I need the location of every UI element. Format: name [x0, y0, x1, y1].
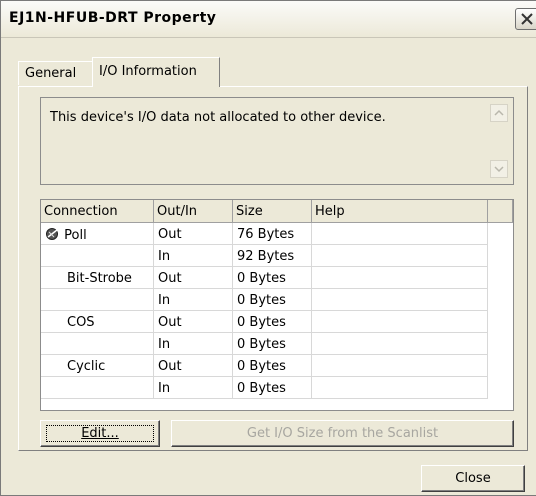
tab-io-information-label: I/O Information [99, 64, 197, 79]
column-header-out-in[interactable]: Out/In [154, 200, 233, 222]
column-header-size[interactable]: Size [233, 200, 312, 222]
tab-general-label: General [25, 66, 77, 81]
table-row[interactable]: Poll Out 76 Bytes [41, 223, 513, 245]
cell-size: 92 Bytes [233, 245, 312, 267]
table-row[interactable]: COS Out 0 Bytes [41, 311, 513, 333]
cell-connection: Poll [41, 223, 154, 245]
cell-help [312, 289, 488, 311]
table-row[interactable]: In 0 Bytes [41, 289, 513, 311]
cell-help [312, 245, 488, 267]
cell-out-in: Out [154, 355, 233, 377]
table-row[interactable]: Bit-Strobe Out 0 Bytes [41, 267, 513, 289]
get-io-size-button-label: Get I/O Size from the Scanlist [246, 426, 439, 441]
cell-size: 0 Bytes [233, 289, 312, 311]
message-box: This device's I/O data not allocated to … [40, 97, 514, 185]
close-button[interactable]: Close [421, 465, 525, 492]
cell-out-in: Out [154, 223, 233, 245]
cell-size: 0 Bytes [233, 355, 312, 377]
cell-connection [41, 289, 154, 311]
io-table: Connection Out/In Size Help Poll Out 76 … [40, 199, 514, 411]
cell-help [312, 333, 488, 355]
tab-general[interactable]: General [18, 61, 93, 85]
table-row[interactable]: In 0 Bytes [41, 333, 513, 355]
table-header: Connection Out/In Size Help [41, 200, 513, 223]
close-icon [521, 13, 533, 25]
cell-size: 0 Bytes [233, 333, 312, 355]
table-row[interactable]: In 92 Bytes [41, 245, 513, 267]
cell-connection: Cyclic [41, 355, 154, 377]
cell-out-in: In [154, 377, 233, 399]
cell-size: 76 Bytes [233, 223, 312, 245]
chevron-down-icon [494, 166, 504, 173]
tab-io-information[interactable]: I/O Information [92, 57, 220, 87]
cell-out-in: Out [154, 267, 233, 289]
edit-button-label: Edit... [81, 426, 119, 441]
cell-size: 0 Bytes [233, 311, 312, 333]
cell-connection [41, 333, 154, 355]
cell-out-in: In [154, 289, 233, 311]
column-header-help[interactable]: Help [312, 200, 488, 222]
cell-help [312, 267, 488, 289]
message-text: This device's I/O data not allocated to … [50, 110, 386, 125]
close-window-button[interactable] [515, 8, 536, 30]
edit-button[interactable]: Edit... [40, 420, 160, 447]
cell-size: 0 Bytes [233, 267, 312, 289]
column-header-connection[interactable]: Connection [41, 200, 154, 222]
cell-help [312, 223, 488, 245]
cell-out-in: Out [154, 311, 233, 333]
cell-connection [41, 245, 154, 267]
scroll-up-button[interactable] [490, 104, 508, 122]
title-bar: EJ1N-HFUB-DRT Property [1, 1, 536, 38]
window-title: EJ1N-HFUB-DRT Property [9, 10, 217, 26]
close-button-label: Close [455, 471, 491, 486]
cell-connection: COS [41, 311, 154, 333]
cell-help [312, 311, 488, 333]
table-row[interactable]: Cyclic Out 0 Bytes [41, 355, 513, 377]
connection-label: Poll [64, 228, 87, 243]
cell-out-in: In [154, 333, 233, 355]
cell-connection: Bit-Strobe [41, 267, 154, 289]
column-header-filler [488, 200, 513, 222]
cell-size: 0 Bytes [233, 377, 312, 399]
message-scrollbar[interactable] [490, 104, 508, 178]
cell-connection [41, 377, 154, 399]
table-row[interactable]: In 0 Bytes [41, 377, 513, 399]
cell-out-in: In [154, 245, 233, 267]
cell-help [312, 377, 488, 399]
connection-icon [46, 228, 58, 240]
chevron-up-icon [494, 109, 504, 116]
get-io-size-button[interactable]: Get I/O Size from the Scanlist [171, 420, 514, 447]
property-dialog: EJ1N-HFUB-DRT Property General I/O Infor… [0, 0, 536, 496]
cell-help [312, 355, 488, 377]
scroll-down-button[interactable] [490, 160, 508, 178]
